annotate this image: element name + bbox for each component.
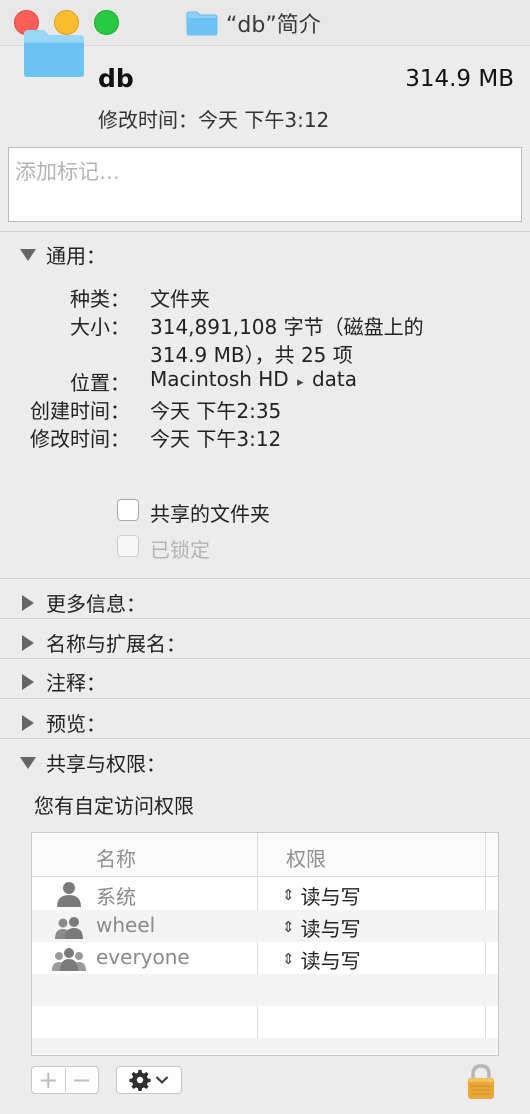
table-row[interactable]: everyone ⇕ 读与写 — [32, 942, 498, 974]
permissions-table: 名称 权限 系统 ⇕ 读与写 wheel ⇕ 读与写 everyone ⇕ 读与… — [31, 832, 499, 1056]
divider — [0, 658, 530, 659]
info-row-where: 位置： Macintosh HD ▸ data — [0, 367, 530, 395]
file-size: 314.9 MB — [405, 66, 514, 92]
locked-checkbox[interactable] — [117, 535, 139, 557]
add-remove-control: + − — [31, 1066, 99, 1094]
info-label: 创建时间： — [30, 399, 130, 423]
add-user-button[interactable]: + — [32, 1066, 65, 1094]
info-value-path: Macintosh HD ▸ data — [150, 367, 357, 391]
section-name-ext-toggle[interactable]: 名称与扩展名： — [20, 628, 186, 657]
disclosure-right-icon — [22, 714, 34, 731]
permission-note: 您有自定访问权限 — [34, 794, 194, 818]
path-folder: data — [311, 367, 358, 391]
section-sharing-title: 共享与权限： — [46, 752, 166, 776]
path-volume: Macintosh HD — [150, 367, 289, 391]
info-label: 修改时间： — [30, 427, 130, 451]
info-value: 今天 下午3:12 — [150, 427, 282, 451]
table-row[interactable]: 系统 ⇕ 读与写 — [32, 878, 498, 910]
disclosure-right-icon — [22, 634, 34, 651]
shared-folder-checkbox[interactable] — [117, 499, 139, 521]
window-title-group: “db”简介 — [186, 8, 321, 38]
disclosure-right-icon — [22, 673, 34, 690]
section-preview-title: 预览： — [46, 712, 106, 736]
action-menu-button[interactable] — [116, 1066, 182, 1094]
column-header-privilege[interactable]: 权限 — [286, 843, 326, 872]
file-name: db — [98, 64, 134, 93]
section-comments-title: 注释： — [46, 671, 106, 695]
disclosure-right-icon — [22, 594, 34, 611]
privilege-value: 读与写 — [300, 885, 361, 909]
section-sharing-toggle[interactable]: 共享与权限： — [20, 748, 166, 777]
folder-icon — [24, 30, 84, 77]
locked-label: 已锁定 — [150, 538, 210, 562]
disclosure-down-icon — [20, 248, 36, 261]
user-name: wheel — [96, 913, 156, 937]
divider — [0, 231, 530, 232]
zoom-button[interactable] — [94, 10, 119, 35]
everyone-icon — [52, 948, 86, 971]
lock-icon[interactable] — [465, 1064, 497, 1100]
table-row-empty — [32, 974, 498, 1006]
info-value: 今天 下午2:35 — [150, 399, 282, 423]
info-label: 位置： — [70, 371, 130, 395]
tags-input[interactable]: 添加标记… — [8, 147, 522, 222]
section-more-info-title: 更多信息： — [46, 592, 146, 616]
updown-arrows-icon: ⇕ — [282, 918, 295, 936]
section-more-info-toggle[interactable]: 更多信息： — [20, 588, 146, 617]
info-row-kind: 种类： 文件夹 — [0, 283, 530, 311]
updown-arrows-icon: ⇕ — [282, 950, 295, 968]
user-name: everyone — [96, 945, 190, 969]
info-row-created: 创建时间： 今天 下午2:35 — [0, 395, 530, 423]
tags-placeholder: 添加标记… — [15, 160, 120, 184]
info-row-size-cont: 314.9 MB），共 25 项 — [0, 339, 530, 367]
disclosure-down-icon — [20, 756, 36, 769]
divider — [0, 578, 530, 579]
section-comments-toggle[interactable]: 注释： — [20, 667, 106, 696]
gear-icon — [129, 1069, 151, 1091]
table-row[interactable]: wheel ⇕ 读与写 — [32, 910, 498, 942]
privilege-value: 读与写 — [300, 949, 361, 973]
privilege-popup[interactable]: ⇕ 读与写 — [282, 945, 361, 974]
info-label: 种类： — [70, 287, 130, 311]
shared-folder-label: 共享的文件夹 — [150, 502, 270, 526]
divider — [0, 618, 530, 619]
section-preview-toggle[interactable]: 预览： — [20, 708, 106, 737]
info-value: 314,891,108 字节（磁盘上的 — [150, 315, 424, 339]
window-title: “db”简介 — [226, 13, 321, 38]
section-name-ext-title: 名称与扩展名： — [46, 632, 186, 656]
privilege-value: 读与写 — [300, 917, 361, 941]
updown-arrows-icon: ⇕ — [282, 886, 295, 904]
single-user-icon — [57, 882, 81, 907]
info-row-size: 大小： 314,891,108 字节（磁盘上的 — [0, 311, 530, 339]
table-header: 名称 权限 — [32, 833, 498, 877]
privilege-popup[interactable]: ⇕ 读与写 — [282, 881, 361, 910]
chevron-down-icon — [155, 1076, 169, 1084]
group-icon — [55, 917, 83, 939]
info-row-modified: 修改时间： 今天 下午3:12 — [0, 423, 530, 451]
section-general-toggle[interactable]: 通用： — [20, 240, 106, 269]
divider — [0, 698, 530, 699]
table-row-empty — [32, 1038, 498, 1055]
user-name: 系统 — [96, 885, 136, 909]
privilege-popup[interactable]: ⇕ 读与写 — [282, 913, 361, 942]
modified-date: 修改时间：今天 下午3:12 — [98, 108, 330, 132]
info-value: 文件夹 — [150, 287, 210, 311]
info-value: 314.9 MB），共 25 项 — [150, 343, 353, 367]
divider — [0, 738, 530, 739]
path-separator-icon: ▸ — [297, 375, 304, 390]
column-header-name[interactable]: 名称 — [96, 843, 136, 872]
folder-icon — [186, 11, 218, 36]
remove-user-button[interactable]: − — [65, 1066, 98, 1094]
section-general-title: 通用： — [46, 244, 106, 268]
info-label: 大小： — [70, 315, 130, 339]
